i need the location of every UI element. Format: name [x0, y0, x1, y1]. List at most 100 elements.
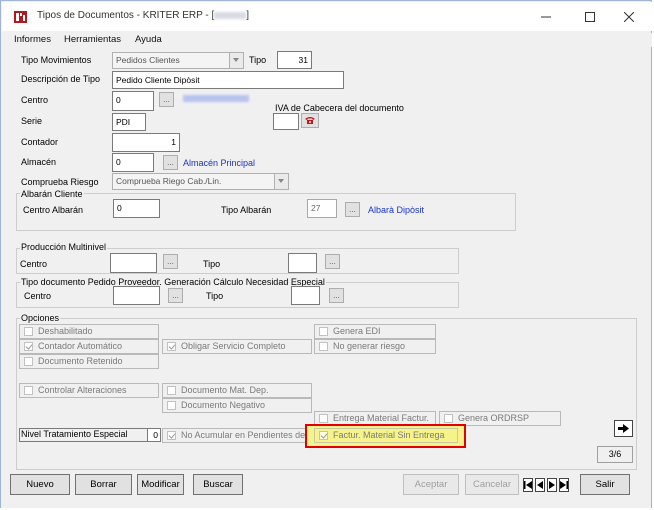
checkbox-label: Documento Retenido [38, 356, 123, 366]
maximize-icon[interactable] [568, 5, 612, 29]
checkbox-box [319, 327, 328, 336]
proveedor-centro-input[interactable] [113, 286, 160, 305]
redacted-text [183, 95, 249, 102]
checkbox-box [167, 386, 176, 395]
chevron-down-icon [274, 174, 288, 189]
minimize-icon[interactable] [524, 5, 568, 29]
page-indicator: 3/6 [597, 446, 633, 463]
aceptar-button[interactable]: Aceptar [403, 474, 459, 495]
proveedor-tipo-label: Tipo [206, 291, 224, 301]
nivel-tratamiento-label: Nivel Tratamiento Especial [21, 429, 128, 439]
produccion-group-label: Producción Multinivel [20, 242, 108, 252]
almacen-link[interactable]: Almacén Principal [183, 158, 255, 168]
controlar-alteraciones-checkbox[interactable]: Controlar Alteraciones [19, 383, 159, 398]
serie-label: Serie [21, 116, 43, 126]
checkbox-box [24, 327, 33, 336]
last-record-icon[interactable] [559, 478, 569, 492]
buscar-button[interactable]: Buscar [193, 474, 243, 495]
centro-albaran-input[interactable]: 0 [113, 199, 160, 218]
iva-input[interactable] [273, 113, 299, 130]
albaran-group-label: Albarán Cliente [20, 189, 84, 199]
comprueba-select[interactable]: Comprueba Riego Cab./Lin. [112, 173, 289, 190]
checkbox-box-checked [167, 431, 176, 440]
tipo-albaran-input[interactable]: 27 [307, 199, 337, 218]
arrow-right-icon[interactable] [614, 420, 633, 437]
checkbox-box [319, 342, 328, 351]
cancelar-button[interactable]: Cancelar [465, 474, 519, 495]
documento-retenido-checkbox[interactable]: Documento Retenido [19, 354, 159, 369]
centro-label: Centro [21, 95, 49, 105]
obligar-servicio-checkbox[interactable]: Obligar Servicio Completo [162, 339, 312, 354]
checkbox-label: Genera ORDRSP [458, 413, 530, 423]
no-generar-riesgo-checkbox[interactable]: No generar riesgo [314, 339, 436, 354]
serie-input[interactable]: PDI [112, 113, 146, 131]
checkbox-box-checked [319, 431, 328, 440]
no-acumular-checkbox[interactable]: No Acumular en Pendientes de S [162, 428, 307, 443]
centro-input[interactable]: 0 [112, 91, 154, 111]
checkbox-box-checked [24, 342, 33, 351]
centro-lookup-button[interactable]: ... [159, 92, 174, 107]
documento-negativo-checkbox[interactable]: Documento Negativo [162, 398, 312, 413]
comprueba-value: Comprueba Riego Cab./Lin. [116, 176, 222, 186]
proveedor-group-label: Tipo documento Pedido Proveedor. Generac… [20, 277, 326, 287]
proveedor-tipo-lookup-button[interactable]: ... [329, 288, 344, 303]
almacen-label: Almacén [21, 157, 57, 167]
redacted-text [214, 11, 247, 19]
tipo-albaran-lookup-button[interactable]: ... [345, 202, 360, 217]
comprueba-label: Comprueba Riesgo [21, 177, 99, 187]
menu-herramientas[interactable]: Herramientas [64, 34, 121, 45]
checkbox-box-checked [167, 342, 176, 351]
checkbox-label: Deshabilitado [38, 326, 93, 336]
modificar-button[interactable]: Modificar [137, 474, 184, 495]
checkbox-box [444, 414, 453, 423]
window-title: Tipos de Documentos - KRITER ERP - [] [37, 10, 250, 21]
factur-material-sin-entrega-checkbox[interactable]: Factur. Material Sin Entrega [314, 428, 458, 443]
menu-informes[interactable]: Informes [14, 34, 51, 45]
tipo-movimientos-label: Tipo Movimientos [21, 55, 92, 65]
nivel-tratamiento-field: Nivel Tratamiento Especial 0 [19, 428, 161, 442]
phone-icon[interactable] [301, 113, 319, 128]
checkbox-label: Entrega Material Factur. [333, 413, 430, 423]
opciones-group-label: Opciones [20, 313, 61, 323]
checkbox-label: No generar riesgo [333, 341, 406, 351]
proveedor-centro-label: Centro [24, 291, 52, 301]
checkbox-box [24, 386, 33, 395]
produccion-tipo-input[interactable] [288, 253, 317, 273]
proveedor-tipo-input[interactable] [291, 286, 320, 305]
next-record-icon[interactable] [547, 478, 557, 492]
checkbox-box [319, 414, 328, 423]
checkbox-label: Controlar Alteraciones [38, 385, 127, 395]
contador-input[interactable]: 1 [112, 133, 180, 152]
close-icon[interactable] [607, 5, 651, 29]
produccion-tipo-lookup-button[interactable]: ... [325, 254, 340, 269]
tipo-input[interactable]: 31 [277, 51, 312, 69]
deshabilitado-checkbox[interactable]: Deshabilitado [19, 324, 159, 339]
contador-automatico-checkbox[interactable]: Contador Automático [19, 339, 159, 354]
nuevo-button[interactable]: Nuevo [10, 474, 70, 495]
checkbox-box [167, 401, 176, 410]
genera-edi-checkbox[interactable]: Genera EDI [314, 324, 436, 339]
menu-bar: Informes Herramientas Ayuda [2, 33, 652, 47]
almacen-lookup-button[interactable]: ... [163, 155, 178, 170]
almacen-input[interactable]: 0 [112, 153, 154, 172]
produccion-centro-input[interactable] [110, 253, 157, 273]
salir-button[interactable]: Salir [580, 474, 630, 495]
tipo-movimientos-select[interactable]: Pedidos Clientes [112, 52, 244, 69]
tipo-albaran-link[interactable]: Albarà Dipòsit [368, 205, 424, 215]
previous-record-icon[interactable] [535, 478, 545, 492]
first-record-icon[interactable] [523, 478, 533, 492]
chevron-down-icon [229, 53, 243, 68]
checkbox-label: Documento Negativo [181, 400, 266, 410]
nivel-tratamiento-input[interactable]: 0 [147, 428, 161, 442]
title-bar: Tipos de Documentos - KRITER ERP - [] [2, 2, 652, 31]
borrar-button[interactable]: Borrar [75, 474, 132, 495]
tipo-albaran-label: Tipo Albarán [221, 205, 272, 215]
documento-mat-dep-checkbox[interactable]: Documento Mat. Dep. [162, 383, 312, 398]
menu-ayuda[interactable]: Ayuda [135, 34, 162, 45]
app-icon [14, 11, 27, 23]
tipo-label: Tipo [249, 55, 267, 65]
produccion-centro-lookup-button[interactable]: ... [163, 254, 178, 269]
proveedor-centro-lookup-button[interactable]: ... [168, 288, 183, 303]
checkbox-label: Obligar Servicio Completo [181, 341, 286, 351]
descripcion-input[interactable]: Pedido Cliente Dipòsit [112, 71, 344, 89]
